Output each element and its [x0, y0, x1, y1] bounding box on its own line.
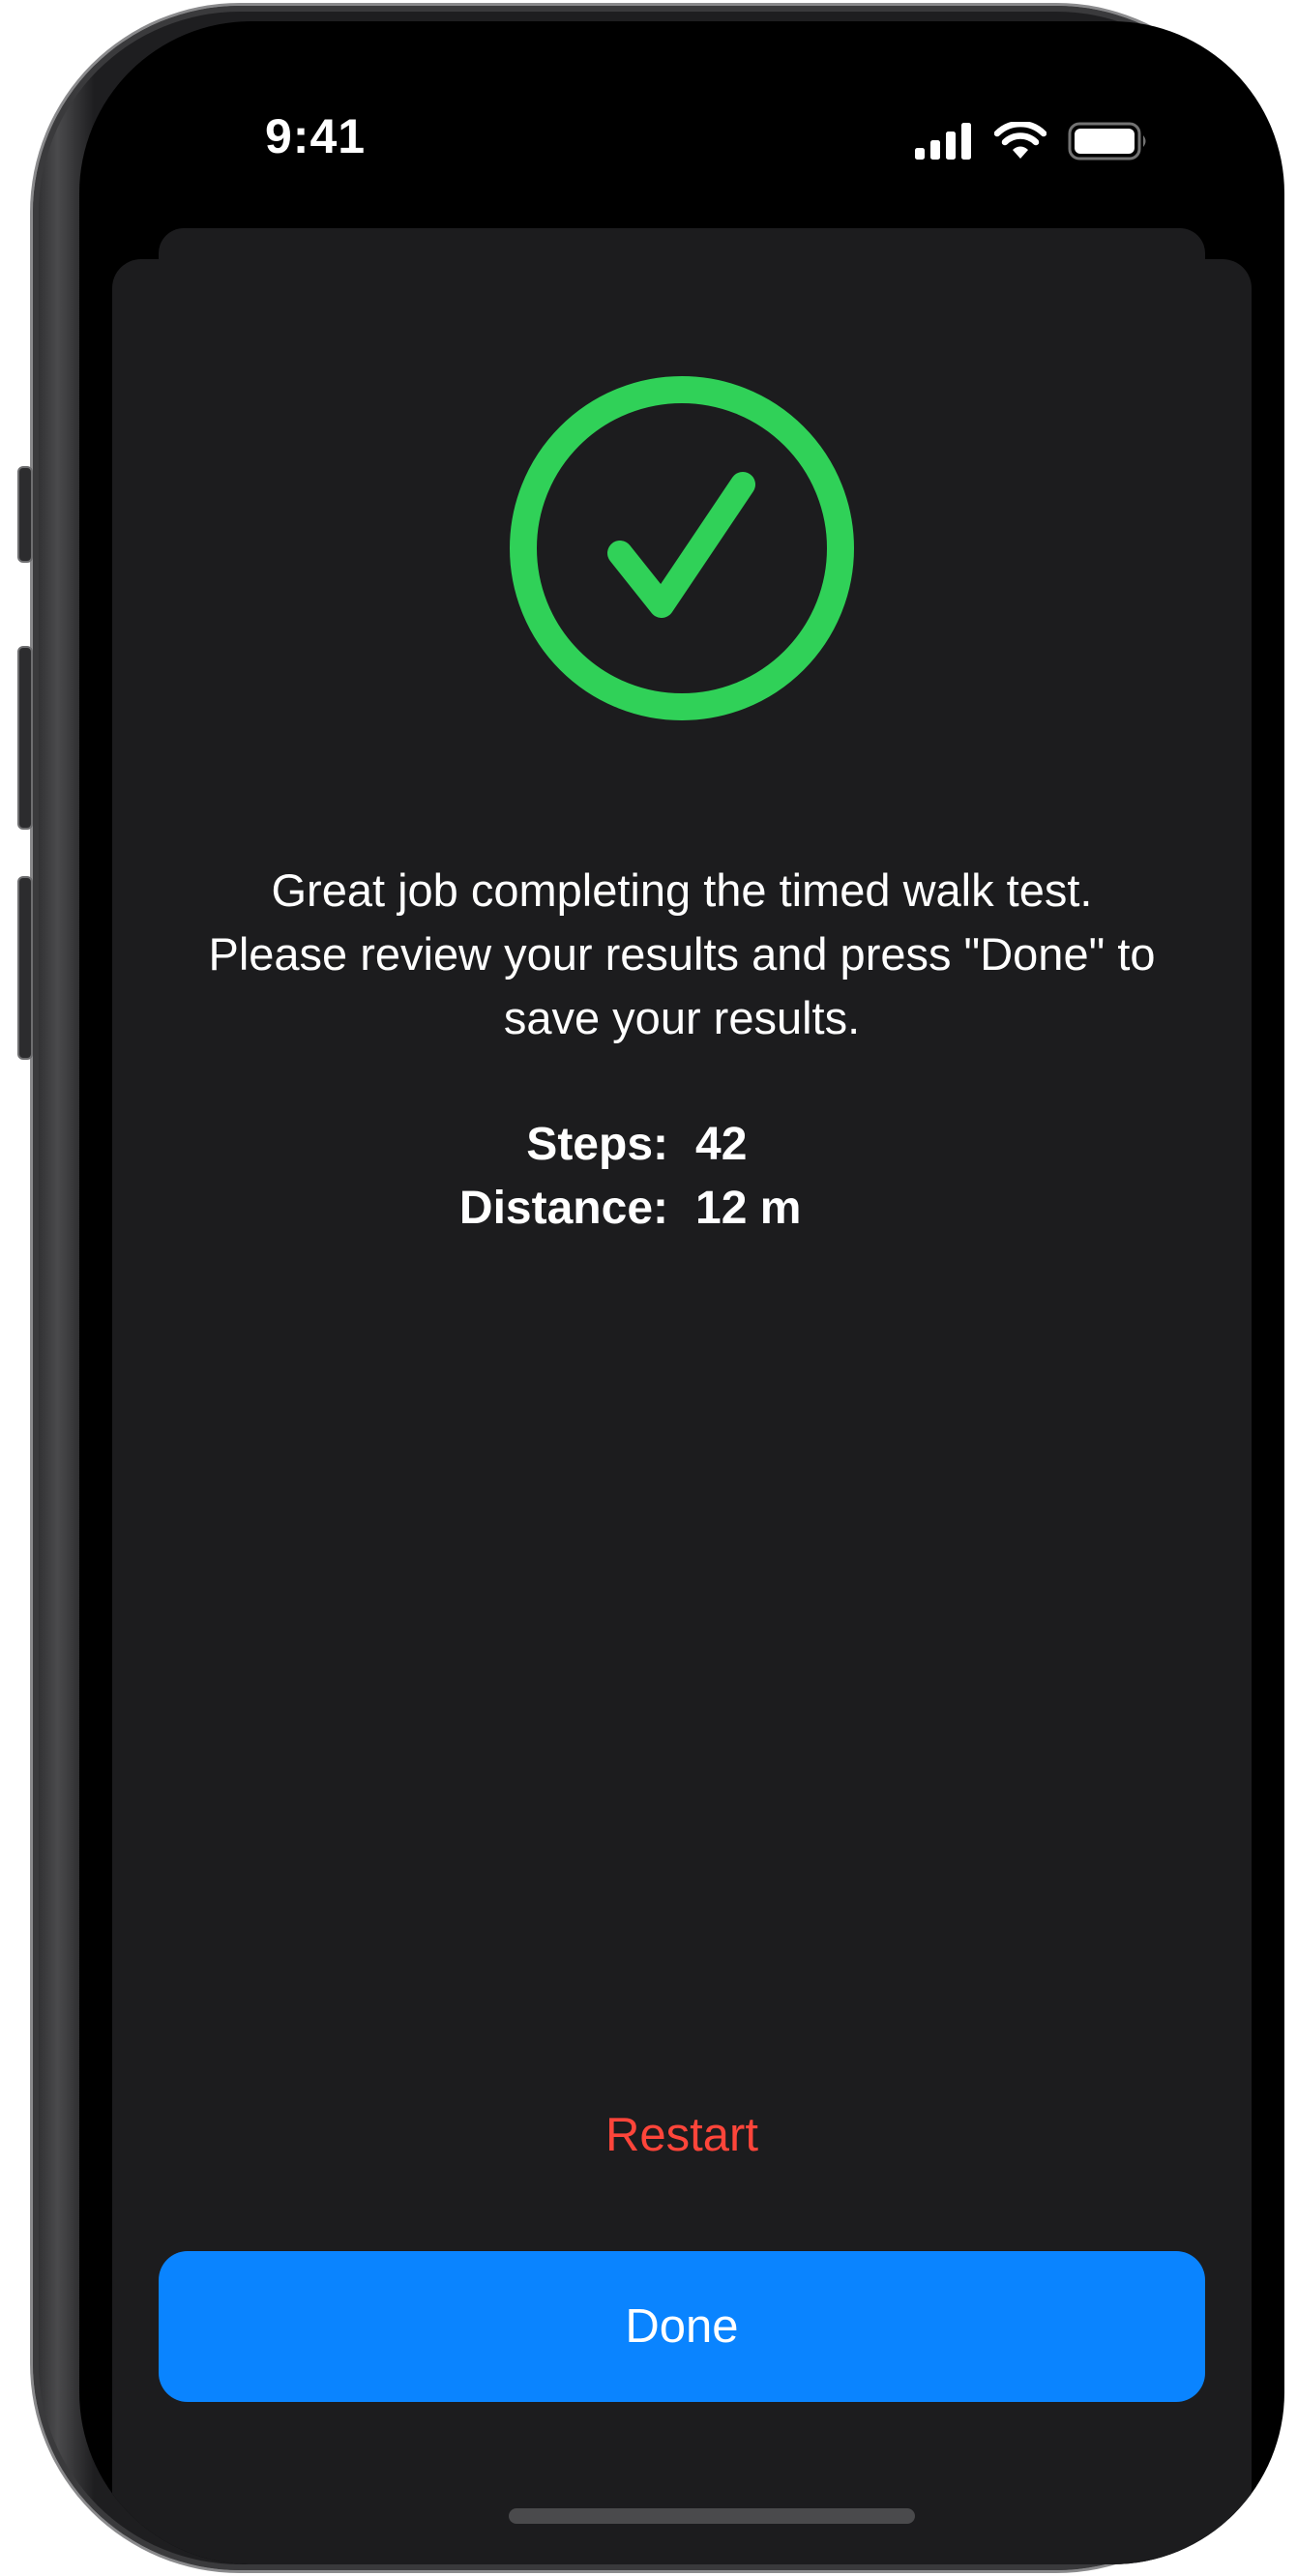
result-row-steps: Steps: 42 [112, 1112, 1252, 1176]
battery-icon [1068, 122, 1146, 161]
distance-value: 12 m [695, 1182, 802, 1234]
message-line: Please review your results and press "Do… [208, 928, 1156, 980]
result-row-distance: Distance: 12 m [112, 1176, 1252, 1240]
phone-frame: 9:41 Great job completing the timed walk… [17, 6, 1284, 2570]
cellular-signal-icon [915, 123, 971, 160]
checkmark-circle-icon [510, 376, 854, 720]
volume-down-button [17, 876, 33, 1060]
action-button [17, 466, 33, 563]
walk-test-completion-sheet: Great job completing the timed walk test… [112, 259, 1252, 2564]
screen: 9:41 Great job completing the timed walk… [79, 21, 1284, 2564]
message-line: Great job completing the timed walk test… [271, 864, 1093, 916]
done-button[interactable]: Done [159, 2251, 1205, 2402]
steps-value: 42 [695, 1118, 748, 1170]
volume-up-button [17, 646, 33, 830]
status-bar: 9:41 [79, 21, 1284, 215]
steps-label: Steps: [526, 1118, 668, 1170]
status-icons [915, 122, 1149, 161]
restart-button[interactable]: Restart [112, 2096, 1252, 2174]
completion-message: Great job completing the timed walk test… [151, 859, 1213, 1050]
distance-label: Distance: [458, 1182, 668, 1234]
results-summary: Steps: 42 Distance: 12 m [112, 1112, 1252, 1240]
wifi-icon [994, 122, 1046, 159]
home-indicator [509, 2508, 915, 2524]
message-line: save your results. [503, 992, 861, 1043]
status-time: 9:41 [265, 109, 367, 163]
